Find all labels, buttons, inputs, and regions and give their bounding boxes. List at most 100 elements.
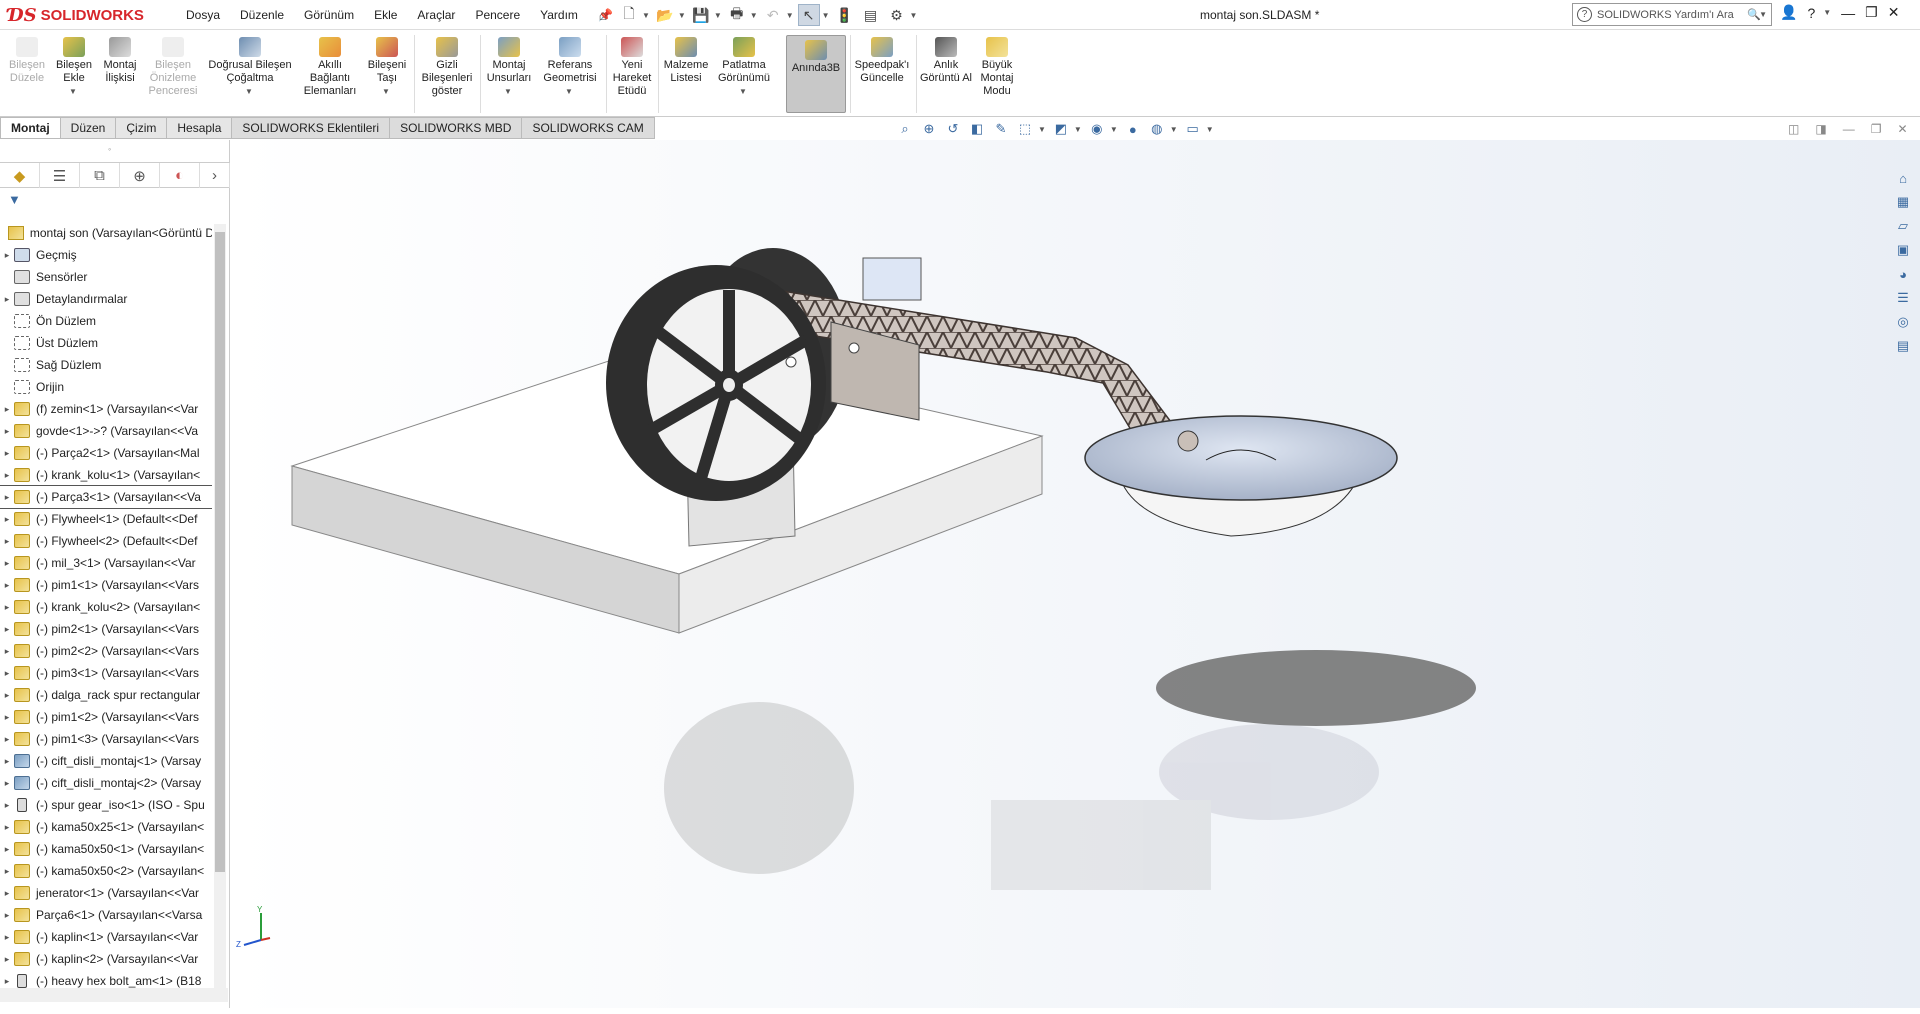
help-icon[interactable]: ?	[1807, 5, 1815, 21]
print-dropdown-caret[interactable]: ▼	[750, 11, 758, 20]
tab-duzen[interactable]: Düzen	[60, 117, 117, 139]
tabs-scroll-right-icon[interactable]: ›	[200, 163, 230, 188]
take-snapshot-button[interactable]: Anlık Görüntü Al	[920, 37, 972, 85]
traffic-light-icon[interactable]: 🚦	[834, 4, 856, 26]
save-icon[interactable]: 💾	[690, 4, 712, 26]
undo-dropdown-caret[interactable]: ▼	[786, 11, 794, 20]
view-palette-icon[interactable]: ▣	[1893, 240, 1913, 260]
tab-eklentiler[interactable]: SOLIDWORKS Eklentileri	[232, 117, 391, 139]
tree-item[interactable]: ▸ (-) pim3<1> (Varsayılan<<Vars	[0, 662, 212, 684]
assembly-features-button[interactable]: Montaj Unsurları ▼	[484, 37, 534, 98]
tree-item[interactable]: ▸ (-) cift_disli_montaj<1> (Varsay	[0, 750, 212, 772]
mate-button[interactable]: Montaj İlişkisi	[98, 37, 142, 85]
open-icon[interactable]: 📂	[654, 4, 676, 26]
new-dropdown-caret[interactable]: ▼	[642, 11, 650, 20]
custom-properties-icon[interactable]: ☰	[1893, 288, 1913, 308]
home-icon[interactable]: ⌂	[592, 4, 614, 26]
filter-icon[interactable]: ▼	[8, 192, 21, 207]
search-dropdown-caret[interactable]: ▼	[1759, 10, 1767, 19]
viewport-close-icon[interactable]: ✕	[1897, 122, 1907, 136]
menu-pencere[interactable]: Pencere	[465, 8, 530, 22]
move-component-caret[interactable]: ▼	[382, 87, 390, 96]
tree-item[interactable]: ▸ (-) pim1<1> (Varsayılan<<Vars	[0, 574, 212, 596]
assembly-model[interactable]	[231, 140, 1920, 1008]
component-preview-button[interactable]: Bileşen Önizleme Penceresi	[146, 37, 200, 98]
expand-arrow-icon[interactable]: ▸	[0, 690, 14, 701]
tree-item[interactable]: ▸ (-) krank_kolu<2> (Varsayılan<	[0, 596, 212, 618]
tree-item[interactable]: ▸ (-) Flywheel<1> (Default<<Def	[0, 508, 212, 530]
tree-item[interactable]: ▸ (-) kama50x25<1> (Varsayılan<	[0, 816, 212, 838]
previous-view-icon[interactable]: ↺	[944, 120, 962, 138]
minimize-icon[interactable]: —	[1841, 5, 1855, 21]
viewport-split-left-icon[interactable]: ◫	[1788, 122, 1799, 136]
expand-arrow-icon[interactable]: ▸	[0, 888, 14, 899]
select-dropdown-caret[interactable]: ▼	[822, 11, 830, 20]
expand-arrow-icon[interactable]: ▸	[0, 756, 14, 767]
expand-arrow-icon[interactable]: ▸	[0, 492, 14, 503]
search-input[interactable]: SOLIDWORKS Yardım'ı Ara	[1597, 9, 1747, 21]
view-settings-icon[interactable]: ▭	[1184, 120, 1202, 138]
section-view-icon[interactable]: ◧	[968, 120, 986, 138]
update-speedpak-button[interactable]: Speedpak'ı Güncelle	[852, 37, 912, 85]
save-dropdown-caret[interactable]: ▼	[714, 11, 722, 20]
solidworks-logo[interactable]: ƊS SOLIDWORKS	[8, 2, 156, 28]
tree-scrollbar[interactable]	[214, 224, 226, 994]
view-settings-caret[interactable]: ▼	[1206, 125, 1214, 134]
edit-appearance-icon[interactable]: ●	[1124, 120, 1142, 138]
expand-arrow-icon[interactable]: ▸	[0, 470, 14, 481]
large-assembly-mode-button[interactable]: Büyük Montaj Modu	[974, 37, 1020, 98]
expand-arrow-icon[interactable]: ▸	[0, 844, 14, 855]
move-component-button[interactable]: Bileşeni Taşı ▼	[362, 37, 412, 98]
expand-arrow-icon[interactable]: ▸	[0, 800, 14, 811]
expand-arrow-icon[interactable]: ▸	[0, 822, 14, 833]
tree-item[interactable]: Üst Düzlem	[0, 332, 212, 354]
bill-of-materials-button[interactable]: Malzeme Listesi	[662, 37, 710, 85]
help-search[interactable]: ? SOLIDWORKS Yardım'ı Ara 🔍 ▼	[1572, 3, 1772, 26]
close-icon[interactable]: ✕	[1888, 4, 1900, 21]
solidworks-forum-icon[interactable]: ◎	[1893, 312, 1913, 332]
user-icon[interactable]: 👤	[1780, 4, 1797, 21]
tree-item[interactable]: ▸ Detaylandırmalar	[0, 288, 212, 310]
dynamic-annotation-icon[interactable]: ✎	[992, 120, 1010, 138]
expand-arrow-icon[interactable]: ▸	[0, 932, 14, 943]
tab-cizim[interactable]: Çizim	[116, 117, 168, 139]
tree-item[interactable]: ▸ Parça6<1> (Varsayılan<<Varsa	[0, 904, 212, 926]
open-dropdown-caret[interactable]: ▼	[678, 11, 686, 20]
chat-icon[interactable]: ▤	[1893, 336, 1913, 356]
smart-fasteners-button[interactable]: Akıllı Bağlantı Elemanları	[300, 37, 360, 98]
tree-item[interactable]: ▸ (-) kama50x50<2> (Varsayılan<	[0, 860, 212, 882]
viewport-minimize-icon[interactable]: —	[1843, 122, 1855, 136]
tree-item[interactable]: Orijin	[0, 376, 212, 398]
tree-item[interactable]: ▸ (-) cift_disli_montaj<2> (Varsay	[0, 772, 212, 794]
expand-arrow-icon[interactable]: ▸	[0, 558, 14, 569]
tree-root[interactable]: montaj son (Varsayılan<Görüntü D	[0, 222, 212, 244]
expand-arrow-icon[interactable]: ▸	[0, 712, 14, 723]
expand-arrow-icon[interactable]: ▸	[0, 448, 14, 459]
new-document-icon[interactable]: 🗋	[618, 4, 640, 26]
displaymanager-tab-icon[interactable]: ◐	[160, 163, 200, 188]
propertymanager-tab-icon[interactable]: ☰	[40, 163, 80, 188]
menu-duzenle[interactable]: Düzenle	[230, 8, 294, 22]
expand-arrow-icon[interactable]: ▸	[0, 734, 14, 745]
options-dropdown-caret[interactable]: ▼	[910, 11, 918, 20]
restore-icon[interactable]: ❐	[1865, 4, 1878, 21]
expand-arrow-icon[interactable]: ▸	[0, 624, 14, 635]
tree-item[interactable]: ▸ (-) Parça2<1> (Varsayılan<Mal	[0, 442, 212, 464]
viewport-restore-icon[interactable]: ❐	[1871, 122, 1882, 136]
linear-pattern-caret[interactable]: ▼	[245, 87, 253, 96]
insert-component-caret[interactable]: ▼	[69, 87, 77, 96]
tree-item[interactable]: ▸ (-) kaplin<2> (Varsayılan<<Var	[0, 948, 212, 970]
tree-item[interactable]: ▸ (-) kaplin<1> (Varsayılan<<Var	[0, 926, 212, 948]
expand-arrow-icon[interactable]: ▸	[0, 954, 14, 965]
tree-item[interactable]: Sensörler	[0, 266, 212, 288]
tree-item[interactable]: ▸ (-) Flywheel<2> (Default<<Def	[0, 530, 212, 552]
linear-pattern-button[interactable]: Doğrusal Bileşen Çoğaltma ▼	[204, 37, 296, 98]
menu-dosya[interactable]: Dosya	[176, 8, 230, 22]
viewport-split-right-icon[interactable]: ◨	[1815, 122, 1826, 136]
expand-arrow-icon[interactable]: ▸	[0, 778, 14, 789]
options-gear-icon[interactable]: ⚙	[886, 4, 908, 26]
tree-item[interactable]: ▸ Geçmiş	[0, 244, 212, 266]
tree-item[interactable]: ▸ (-) Parça3<1> (Varsayılan<<Va	[0, 485, 212, 509]
tree-horizontal-scrollbar[interactable]	[0, 988, 228, 1002]
panel-handle-icon[interactable]: ◦	[108, 144, 111, 154]
